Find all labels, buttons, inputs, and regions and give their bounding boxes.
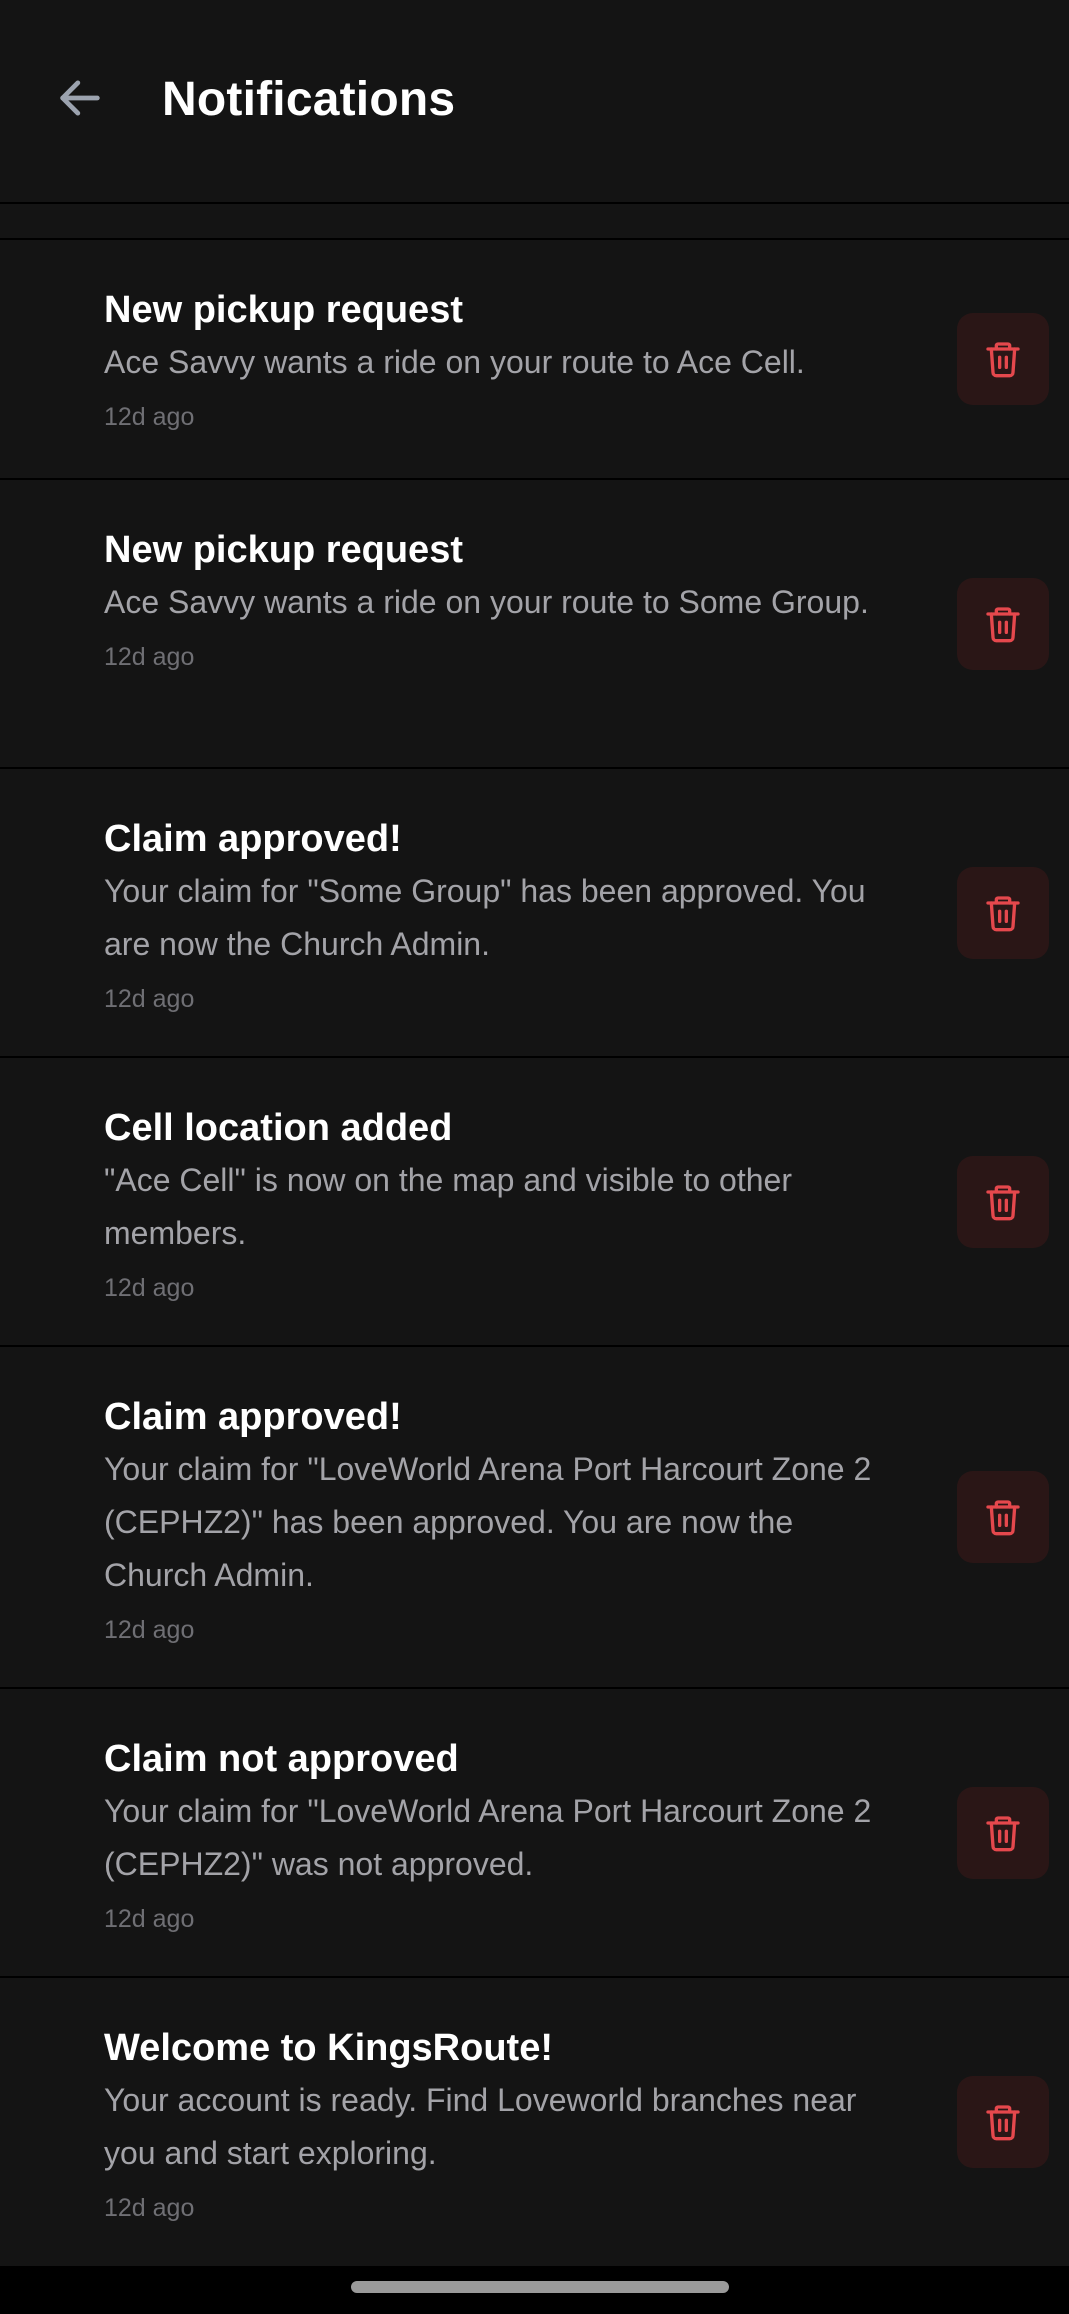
trash-icon bbox=[986, 1184, 1020, 1220]
delete-button[interactable] bbox=[957, 1155, 1049, 1248]
delete-button[interactable] bbox=[957, 1786, 1049, 1879]
delete-button[interactable] bbox=[957, 2076, 1049, 2168]
app-bar: Notifications bbox=[0, 0, 1069, 204]
notification-item[interactable]: Cell location added "Ace Cell" is now on… bbox=[0, 1058, 1069, 1347]
trash-icon bbox=[986, 895, 1020, 931]
delete-button[interactable] bbox=[957, 577, 1049, 670]
notification-message: "Ace Cell" is now on the map and visible… bbox=[104, 1162, 792, 1251]
trash-icon bbox=[986, 606, 1020, 642]
delete-button[interactable] bbox=[957, 866, 1049, 959]
trash-icon bbox=[986, 2105, 1020, 2141]
notification-title: Cell location added bbox=[104, 1107, 453, 1149]
list-top-divider bbox=[0, 204, 1069, 240]
notification-item[interactable]: New pickup request Ace Savvy wants a rid… bbox=[0, 480, 1069, 769]
notification-time: 12d ago bbox=[104, 1616, 195, 1644]
trash-icon bbox=[986, 342, 1020, 378]
notification-message: Your account is ready. Find Loveworld br… bbox=[104, 2082, 857, 2171]
notification-title: New pickup request bbox=[104, 529, 463, 571]
notification-time: 12d ago bbox=[104, 1905, 195, 1933]
notification-message: Your claim for "Some Group" has been app… bbox=[104, 873, 866, 962]
notification-list: New pickup request Ace Savvy wants a rid… bbox=[0, 240, 1069, 2268]
notification-title: New pickup request bbox=[104, 289, 463, 331]
notification-item[interactable]: Claim approved! Your claim for "LoveWorl… bbox=[0, 1347, 1069, 1689]
trash-icon bbox=[986, 1815, 1020, 1851]
notification-title: Claim not approved bbox=[104, 1738, 459, 1780]
notification-title: Welcome to KingsRoute! bbox=[104, 2027, 553, 2069]
notification-item[interactable]: Claim not approved Your claim for "LoveW… bbox=[0, 1689, 1069, 1978]
notification-message: Your claim for "LoveWorld Arena Port Har… bbox=[104, 1793, 872, 1882]
notification-time: 12d ago bbox=[104, 1274, 195, 1302]
delete-button[interactable] bbox=[957, 1471, 1049, 1563]
notification-item[interactable]: New pickup request Ace Savvy wants a rid… bbox=[0, 240, 1069, 480]
notification-message: Ace Savvy wants a ride on your route to … bbox=[104, 344, 805, 380]
notification-time: 12d ago bbox=[104, 403, 195, 431]
notification-item[interactable]: Claim approved! Your claim for "Some Gro… bbox=[0, 769, 1069, 1058]
notification-message: Your claim for "LoveWorld Arena Port Har… bbox=[104, 1451, 872, 1593]
home-indicator[interactable] bbox=[351, 2281, 729, 2293]
notification-title: Claim approved! bbox=[104, 1396, 402, 1438]
notification-item[interactable]: Welcome to KingsRoute! Your account is r… bbox=[0, 1978, 1069, 2268]
trash-icon bbox=[986, 1500, 1020, 1536]
notification-title: Claim approved! bbox=[104, 818, 402, 860]
arrow-left-icon bbox=[60, 80, 100, 116]
back-button[interactable] bbox=[44, 62, 116, 134]
delete-button[interactable] bbox=[957, 313, 1049, 405]
notification-time: 12d ago bbox=[104, 2194, 195, 2222]
notification-time: 12d ago bbox=[104, 985, 195, 1013]
notification-message: Ace Savvy wants a ride on your route to … bbox=[104, 584, 869, 620]
page-title: Notifications bbox=[162, 73, 456, 126]
notification-time: 12d ago bbox=[104, 643, 195, 671]
